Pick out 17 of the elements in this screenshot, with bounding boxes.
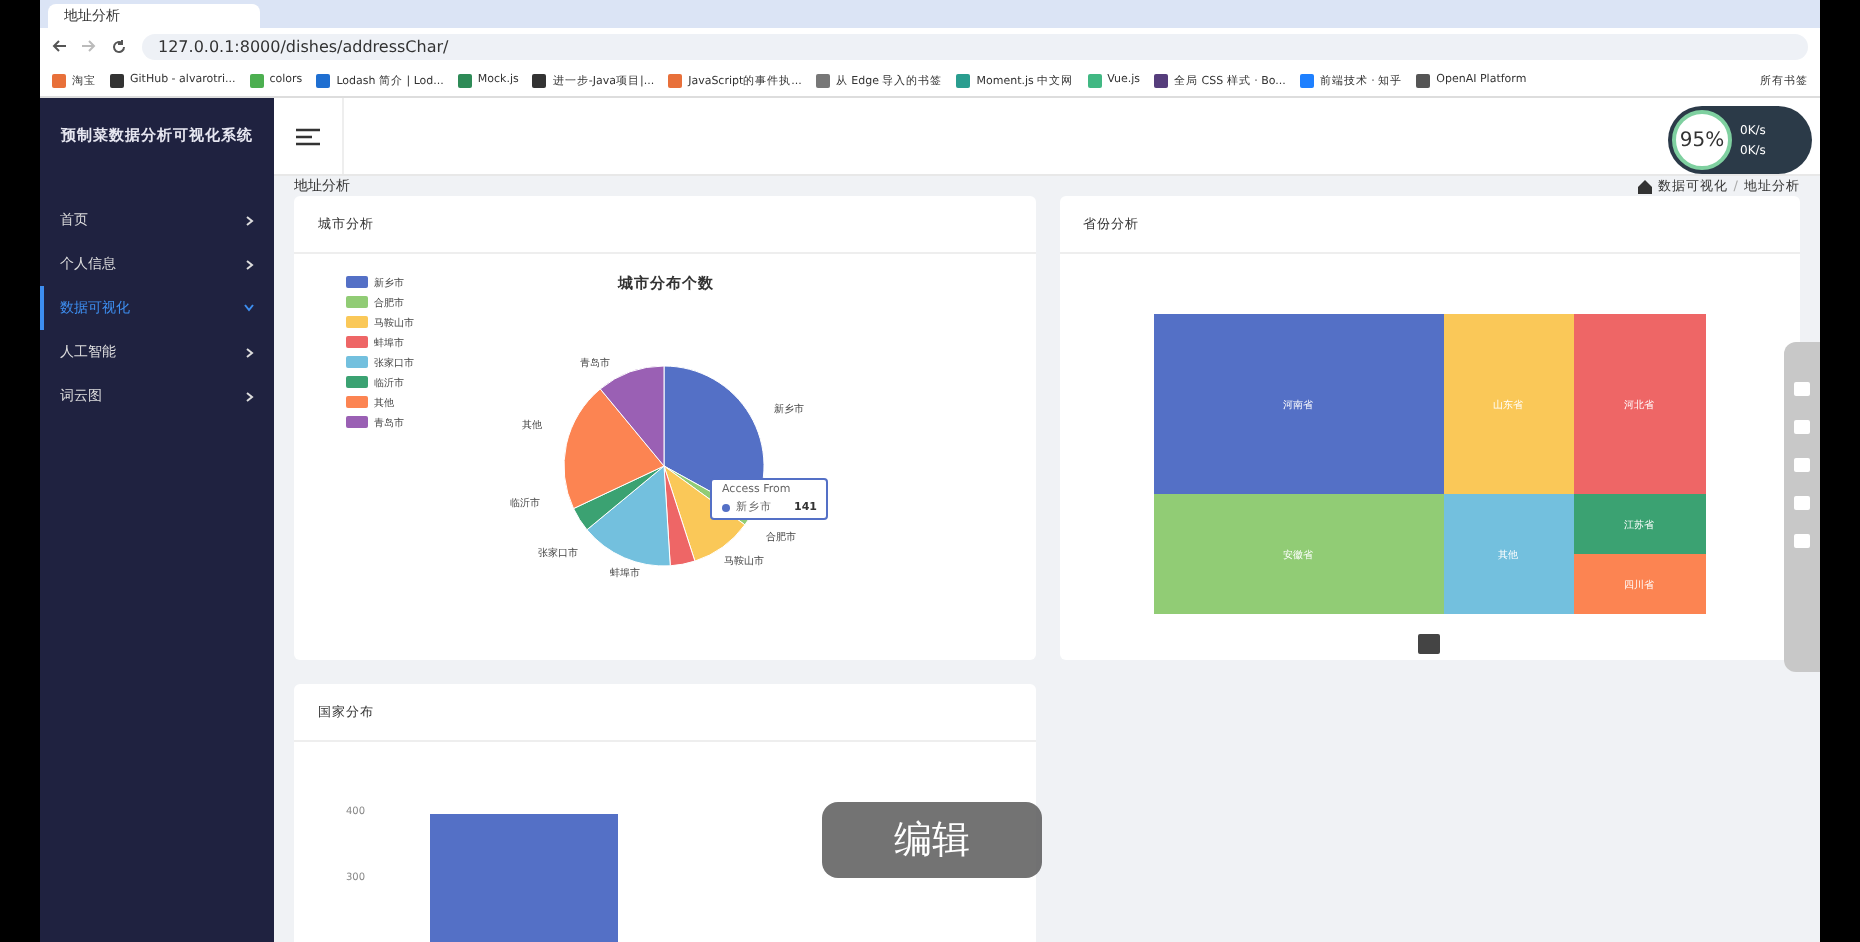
percent-text: 95% xyxy=(1679,129,1725,151)
reload-icon[interactable] xyxy=(112,39,126,53)
edit-button[interactable]: 编辑 xyxy=(822,802,1042,878)
tool-icon[interactable] xyxy=(1794,420,1810,434)
back-icon[interactable] xyxy=(52,40,66,52)
tool-icon[interactable] xyxy=(1794,458,1810,472)
chevron-right-icon xyxy=(246,347,254,357)
address-bar[interactable]: 127.0.0.1:8000/dishes/addressChar/ xyxy=(142,33,1808,59)
pager-icon[interactable] xyxy=(1417,634,1439,654)
chevron-right-icon xyxy=(246,215,254,225)
tool-icon[interactable] xyxy=(1794,496,1810,510)
tool-icon[interactable] xyxy=(1794,534,1810,548)
tool-icon[interactable] xyxy=(1794,382,1810,396)
chevron-right-icon xyxy=(246,259,254,269)
chevron-right-icon xyxy=(246,391,254,401)
chevron-down-icon xyxy=(244,304,254,312)
forward-icon[interactable] xyxy=(82,40,96,52)
